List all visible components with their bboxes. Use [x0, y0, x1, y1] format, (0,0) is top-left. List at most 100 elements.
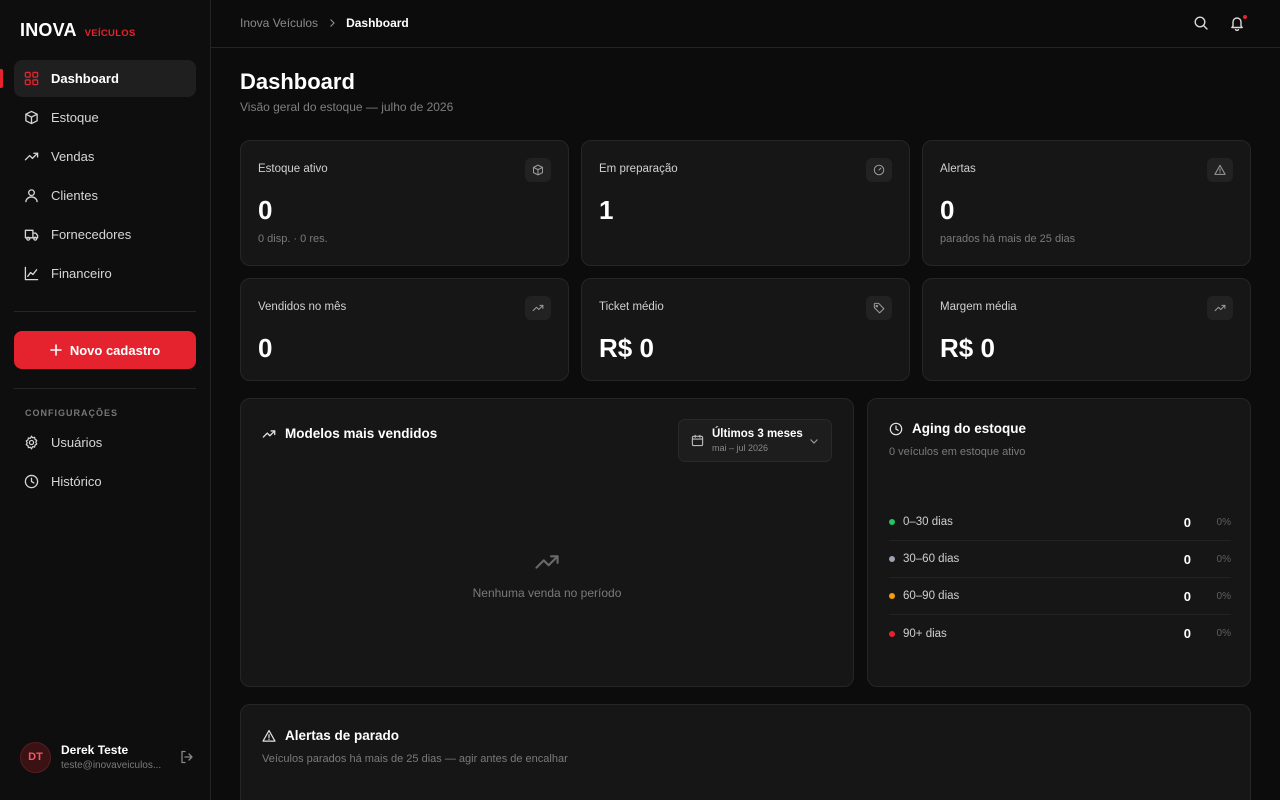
- sidebar-item-vendas[interactable]: Vendas: [14, 138, 196, 175]
- chevron-right-icon: [330, 19, 335, 27]
- kpi-card-margem-media: Margem média R$ 0: [922, 278, 1251, 381]
- page-title: Dashboard: [240, 69, 355, 94]
- aging-label: 0–30 dias: [903, 516, 953, 528]
- brand-logo[interactable]: INOVA VEÍCULOS: [20, 20, 136, 41]
- kpi-label: Margem média: [940, 301, 1017, 313]
- user-icon: [25, 189, 38, 203]
- gauge-icon: [866, 158, 892, 182]
- aging-panel: Aging do estoque 0 veículos em estoque a…: [867, 398, 1251, 687]
- kpi-card-alertas: Alertas 0 parados há mais de 25 dias: [922, 140, 1251, 266]
- kpi-card-em-preparacao: Em preparação 1: [581, 140, 910, 266]
- user-profile[interactable]: DT Derek Teste teste@inovaveiculos...: [20, 741, 195, 773]
- clock-icon: [24, 474, 39, 489]
- top-models-panel: Modelos mais vendidos Últimos 3 meses ma…: [240, 398, 854, 687]
- chevron-down-icon: [810, 439, 818, 444]
- sidebar: INOVA VEÍCULOS Dashboard Estoque Vendas …: [0, 0, 211, 800]
- breadcrumb: Inova Veículos Dashboard: [240, 16, 409, 30]
- panel-title-text: Modelos mais vendidos: [285, 426, 438, 441]
- kpi-value: 0: [940, 195, 955, 225]
- sidebar-item-label: Dashboard: [51, 71, 119, 86]
- clock-icon: [889, 422, 903, 435]
- new-entry-button[interactable]: Novo cadastro: [14, 331, 196, 369]
- trend-icon: [1207, 296, 1233, 320]
- settings-nav: Usuários Histórico: [14, 424, 196, 502]
- calendar-icon: [691, 434, 704, 447]
- trend-icon: [24, 152, 39, 161]
- aging-label: 60–90 dias: [903, 590, 960, 602]
- user-name: Derek Teste: [61, 743, 129, 757]
- sidebar-divider: [14, 388, 196, 389]
- trend-icon: [525, 296, 551, 320]
- aging-pct: 0%: [1216, 590, 1231, 602]
- kpi-value: R$ 0: [599, 333, 654, 363]
- main-nav: Dashboard Estoque Vendas Clientes Fornec…: [0, 60, 196, 294]
- kpi-card-vendidos-mes: Vendidos no mês 0: [240, 278, 569, 381]
- breadcrumb-root[interactable]: Inova Veículos: [240, 16, 318, 30]
- kpi-value: 1: [599, 195, 614, 225]
- trend-icon: [535, 555, 559, 569]
- aging-row: 60–90 dias 0 0%: [889, 578, 1231, 615]
- brand-tag: VEÍCULOS: [84, 28, 136, 39]
- period-label: Últimos 3 meses: [712, 428, 803, 440]
- status-dot-red: [889, 630, 895, 637]
- sidebar-item-label: Histórico: [51, 474, 102, 489]
- sidebar-item-usuarios[interactable]: Usuários: [14, 424, 196, 461]
- tag-icon: [866, 296, 892, 320]
- status-dot-amber: [889, 593, 895, 599]
- aging-count: 0: [1183, 551, 1191, 567]
- sidebar-item-historico[interactable]: Histórico: [14, 463, 196, 500]
- brand-name: INOVA: [20, 20, 77, 40]
- kpi-label: Alertas: [940, 163, 976, 175]
- period-range: mai – jul 2026: [712, 443, 769, 453]
- sidebar-item-label: Usuários: [51, 435, 103, 450]
- logout-icon[interactable]: [179, 749, 195, 765]
- gear-icon: [25, 435, 38, 450]
- kpi-card-ticket-medio: Ticket médio R$ 0: [581, 278, 910, 381]
- panel-title-text: Aging do estoque: [912, 421, 1026, 436]
- empty-state-text: Nenhuma venda no período: [472, 586, 622, 600]
- search-icon[interactable]: [1193, 15, 1209, 31]
- stale-alerts-title: Alertas de parado: [262, 728, 399, 743]
- empty-state: Nenhuma venda no período: [241, 549, 853, 600]
- sidebar-item-label: Vendas: [51, 149, 95, 164]
- sidebar-item-label: Financeiro: [51, 266, 112, 281]
- period-select[interactable]: Últimos 3 meses mai – jul 2026: [678, 419, 832, 462]
- stale-alerts-panel: Alertas de parado Veículos parados há ma…: [240, 704, 1251, 800]
- sidebar-divider: [14, 311, 196, 312]
- kpi-label: Ticket médio: [599, 301, 664, 313]
- user-info: Derek Teste teste@inovaveiculos...: [61, 743, 169, 771]
- kpi-card-estoque-ativo: Estoque ativo 0 0 disp. · 0 res.: [240, 140, 569, 266]
- kpi-sub: parados há mais de 25 dias: [940, 233, 1076, 245]
- stale-alerts-subtitle: Veículos parados há mais de 25 dias — ag…: [262, 753, 568, 765]
- sidebar-item-financeiro[interactable]: Financeiro: [14, 255, 196, 292]
- aging-subtitle: 0 veículos em estoque ativo: [889, 446, 1026, 458]
- sidebar-item-label: Estoque: [51, 110, 99, 125]
- truck-icon: [24, 229, 39, 241]
- user-email: teste@inovaveiculos...: [61, 760, 162, 771]
- aging-count: 0: [1183, 588, 1191, 604]
- alert-icon: [262, 729, 276, 742]
- box-icon: [25, 110, 38, 125]
- sidebar-item-dashboard[interactable]: Dashboard: [0, 60, 196, 97]
- sidebar-item-clientes[interactable]: Clientes: [14, 177, 196, 214]
- status-dot-green: [889, 519, 895, 525]
- avatar: DT: [20, 741, 51, 773]
- sidebar-item-estoque[interactable]: Estoque: [14, 99, 196, 136]
- page-subtitle: Visão geral do estoque — julho de 2026: [240, 100, 454, 114]
- aging-label: 30–60 dias: [903, 553, 960, 565]
- top-header: Inova Veículos Dashboard: [211, 0, 1280, 48]
- alert-icon: [1207, 158, 1233, 182]
- notification-dot: [1243, 15, 1247, 19]
- kpi-label: Vendidos no mês: [258, 301, 347, 313]
- aging-pct: 0%: [1216, 516, 1231, 528]
- top-models-title: Modelos mais vendidos: [262, 426, 437, 441]
- aging-count: 0: [1183, 626, 1191, 641]
- aging-title: Aging do estoque: [889, 421, 1026, 436]
- kpi-value: 0: [258, 333, 273, 363]
- kpi-label: Estoque ativo: [258, 163, 328, 175]
- sidebar-item-fornecedores[interactable]: Fornecedores: [14, 216, 196, 253]
- kpi-value: R$ 0: [940, 333, 995, 363]
- aging-pct: 0%: [1216, 628, 1231, 639]
- breadcrumb-current: Dashboard: [346, 16, 409, 30]
- grid-icon: [24, 71, 39, 86]
